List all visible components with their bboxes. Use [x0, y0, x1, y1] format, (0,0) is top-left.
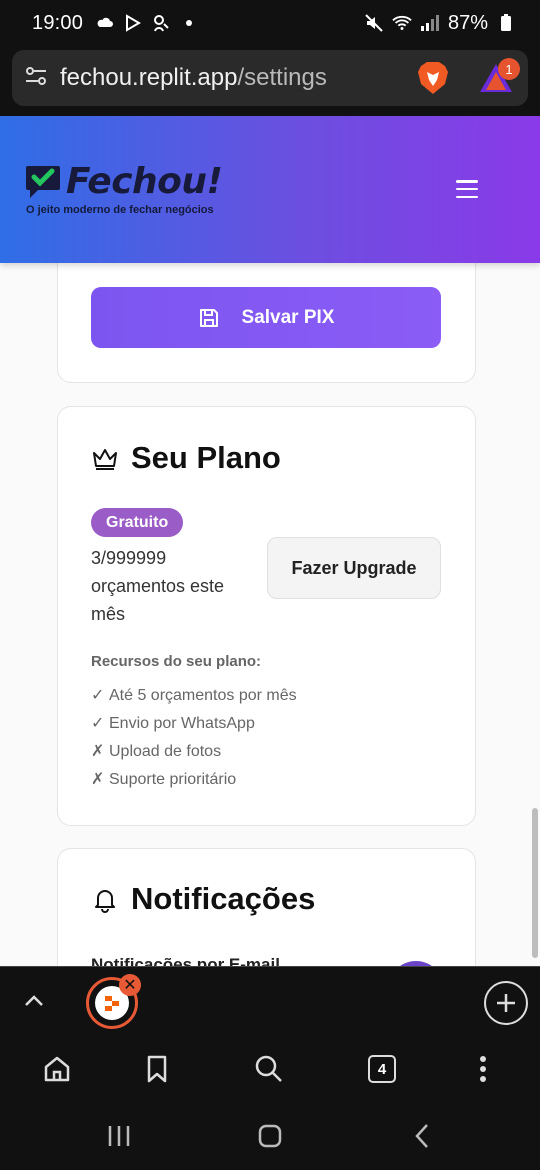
url-text[interactable]: fechou.replit.app/settings	[60, 64, 327, 92]
search-icon[interactable]	[252, 1052, 286, 1086]
notifications-card: Notificações Notificações por E-mail	[57, 848, 476, 966]
check-icon: ✓	[91, 715, 105, 732]
brave-rewards-icon[interactable]: 1	[478, 58, 520, 96]
usage-line: 3/999999	[91, 548, 167, 568]
site-settings-icon[interactable]	[24, 64, 48, 93]
tab-strip: ✕	[0, 966, 540, 1038]
battery-icon	[496, 13, 516, 33]
page-viewport: Fechou! O jeito moderno de fechar negóci…	[0, 116, 540, 966]
save-pix-label: Salvar PIX	[241, 306, 335, 328]
back-icon[interactable]	[408, 1122, 436, 1150]
feature-item: ✓ Até 5 orçamentos por mês	[91, 682, 297, 710]
more-menu-icon[interactable]	[466, 1052, 500, 1086]
app-header: Fechou! O jeito moderno de fechar negóci…	[0, 116, 540, 263]
feature-item: ✓ Envio por WhatsApp	[91, 710, 297, 738]
notifications-title: Notificações	[91, 881, 315, 917]
plan-title-text: Seu Plano	[131, 440, 281, 475]
mute-icon	[364, 13, 384, 33]
chevron-up-icon[interactable]	[22, 989, 46, 1013]
feature-text: Até 5 orçamentos por mês	[109, 687, 297, 704]
check-icon: ✓	[91, 687, 105, 704]
tagline: O jeito moderno de fechar negócios	[26, 204, 214, 216]
usage-line: orçamentos este	[91, 576, 225, 596]
feature-text: Suporte prioritário	[109, 771, 237, 788]
person-key-icon	[151, 13, 171, 33]
plan-badge: Gratuito	[91, 508, 184, 537]
recent-apps-icon[interactable]	[105, 1122, 133, 1150]
play-icon	[123, 13, 143, 33]
plan-title: Seu Plano	[91, 440, 281, 476]
battery-text: 87%	[447, 11, 488, 34]
cloud-icon	[95, 13, 115, 33]
tabs-button[interactable]: 4	[365, 1052, 399, 1086]
save-icon	[198, 307, 220, 329]
new-tab-icon[interactable]	[484, 981, 528, 1025]
status-bar: 19:00 87%	[0, 0, 540, 46]
signal-icon	[420, 13, 440, 33]
cross-icon: ✗	[91, 771, 105, 788]
feature-item: ✗ Suporte prioritário	[91, 766, 297, 794]
tab-count: 4	[368, 1055, 396, 1083]
rewards-badge: 1	[498, 58, 520, 80]
feature-item: ✗ Upload de fotos	[91, 738, 297, 766]
usage-text: 3/999999 orçamentos este mês	[91, 544, 261, 628]
cross-icon: ✗	[91, 743, 105, 760]
plan-card: Seu Plano Gratuito 3/999999 orçamentos e…	[57, 406, 476, 826]
close-tab-icon[interactable]: ✕	[119, 974, 141, 996]
status-time: 19:00	[32, 11, 84, 34]
logo-text: Fechou!	[66, 161, 223, 202]
usage-line: mês	[91, 604, 126, 624]
scrollbar[interactable]	[532, 808, 538, 958]
home-icon[interactable]	[40, 1052, 74, 1086]
features-title: Recursos do seu plano:	[91, 653, 262, 670]
bell-icon	[91, 885, 119, 913]
logo[interactable]: Fechou!	[24, 161, 223, 202]
home-button-icon[interactable]	[256, 1122, 284, 1150]
wifi-icon	[392, 13, 412, 33]
browser-toolbar: 4	[0, 1038, 540, 1104]
feature-text: Upload de fotos	[109, 743, 222, 760]
crown-icon	[91, 444, 119, 472]
chat-check-icon	[26, 165, 60, 198]
browser-address-area: fechou.replit.app/settings 1	[0, 46, 540, 116]
email-notifications-label: Notificações por E-mail	[91, 955, 280, 966]
upgrade-button[interactable]: Fazer Upgrade	[267, 537, 441, 599]
save-pix-button[interactable]: Salvar PIX	[91, 287, 441, 348]
feature-text: Envio por WhatsApp	[109, 715, 255, 732]
system-navigation	[0, 1104, 540, 1170]
dot-icon	[179, 13, 199, 33]
hamburger-menu-icon[interactable]	[456, 180, 478, 198]
url-path: /settings	[237, 64, 327, 91]
bookmark-icon[interactable]	[140, 1052, 174, 1086]
url-host: fechou.replit.app	[60, 64, 238, 91]
notifications-title-text: Notificações	[131, 881, 316, 916]
url-bar[interactable]: fechou.replit.app/settings 1	[12, 50, 528, 106]
brave-shields-icon[interactable]	[416, 60, 450, 96]
features-list: ✓ Até 5 orçamentos por mês ✓ Envio por Wha…	[91, 682, 297, 794]
